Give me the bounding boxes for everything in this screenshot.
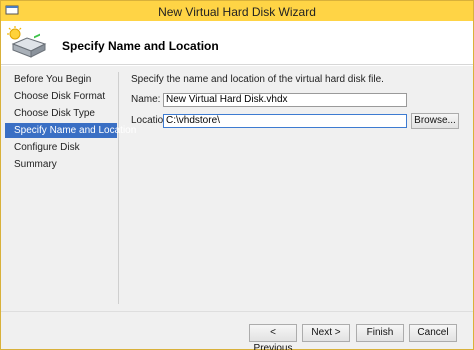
wizard-body: Before You Begin Choose Disk Format Choo… xyxy=(1,66,473,311)
wizard-window: New Virtual Hard Disk Wizard Specify Nam… xyxy=(0,0,474,350)
previous-button[interactable]: < Previous xyxy=(249,324,297,350)
cancel-button[interactable]: Cancel xyxy=(409,324,457,342)
wizard-steps-sidebar: Before You Begin Choose Disk Format Choo… xyxy=(1,72,136,304)
sidebar-item-before-you-begin[interactable]: Before You Begin xyxy=(1,72,118,87)
wizard-footer: < Previous Next > Finish Cancel xyxy=(1,311,473,350)
browse-button[interactable]: Browse... xyxy=(411,113,459,129)
window-title: New Virtual Hard Disk Wizard xyxy=(158,5,316,19)
sidebar-item-configure-disk[interactable]: Configure Disk xyxy=(1,140,118,155)
page-title: Specify Name and Location xyxy=(62,39,219,53)
sidebar-item-choose-disk-type[interactable]: Choose Disk Type xyxy=(1,106,118,121)
wizard-header: Specify Name and Location xyxy=(1,21,473,65)
name-row: Name: New Virtual Hard Disk.vhdx xyxy=(131,93,466,107)
main-content: Specify the name and location of the vir… xyxy=(131,74,466,135)
next-button[interactable]: Next > xyxy=(302,324,350,342)
sidebar-item-choose-disk-format[interactable]: Choose Disk Format xyxy=(1,89,118,104)
finish-button[interactable]: Finish xyxy=(356,324,404,342)
location-input[interactable]: C:\vhdstore\ xyxy=(163,114,407,128)
location-row: Location: C:\vhdstore\ Browse... xyxy=(131,113,466,129)
name-input[interactable]: New Virtual Hard Disk.vhdx xyxy=(163,93,407,107)
sidebar-item-summary[interactable]: Summary xyxy=(1,157,118,172)
step-description: Specify the name and location of the vir… xyxy=(131,74,384,85)
hard-disk-icon xyxy=(7,26,47,60)
title-bar[interactable]: New Virtual Hard Disk Wizard xyxy=(1,1,473,21)
sidebar-item-specify-name-and-location[interactable]: Specify Name and Location xyxy=(5,123,136,138)
name-label: Name: xyxy=(131,94,161,105)
